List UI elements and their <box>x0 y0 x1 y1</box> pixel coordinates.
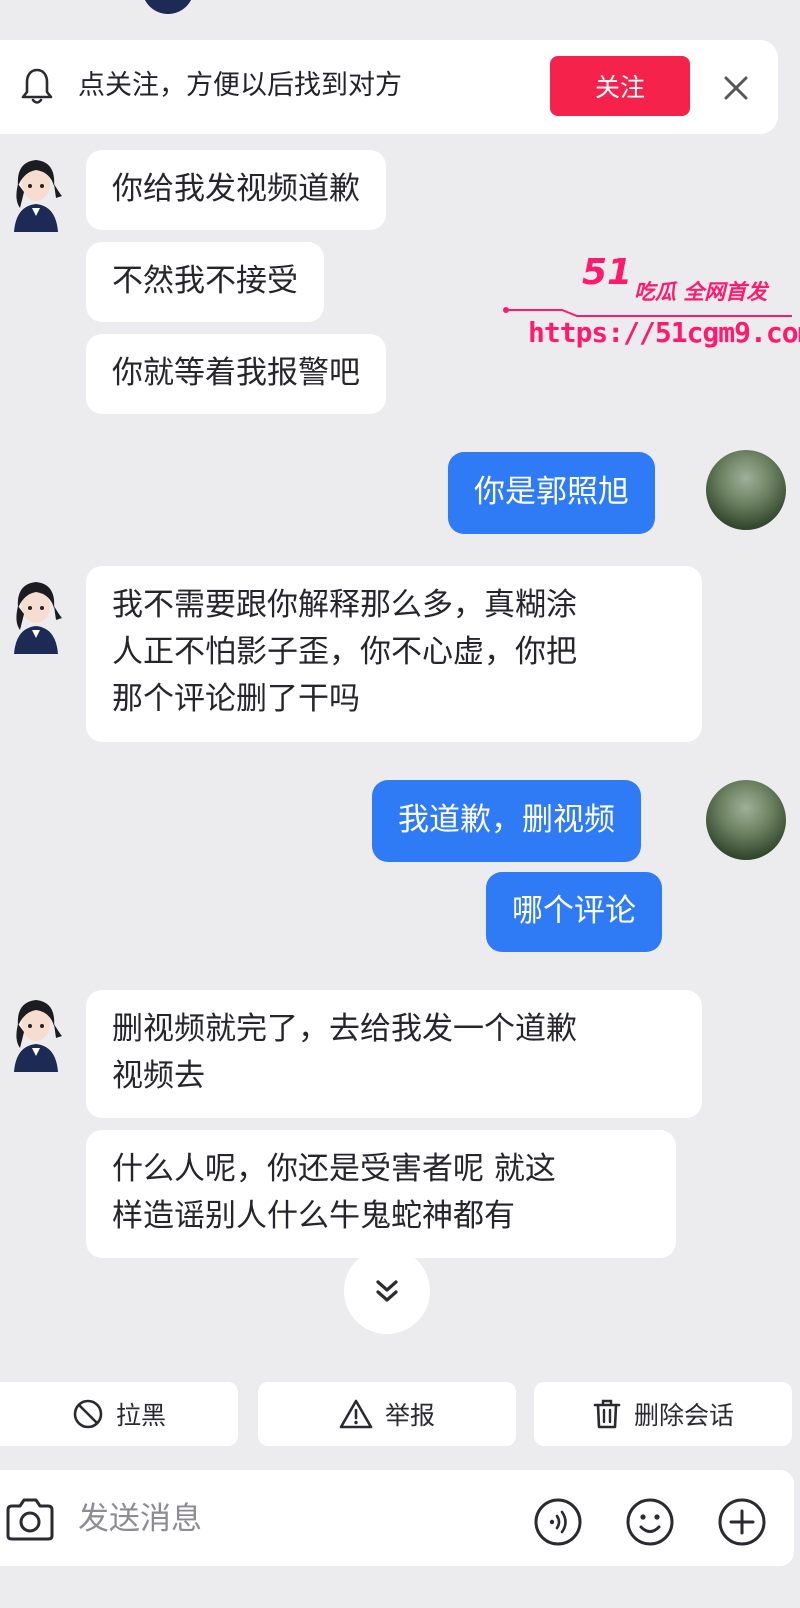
delete-conversation-label: 删除会话 <box>633 1401 734 1430</box>
message-bubble-outgoing[interactable]: 哪个评论 <box>486 872 662 952</box>
message-input[interactable] <box>78 1496 498 1542</box>
contact-avatar[interactable] <box>6 990 66 1072</box>
report-label: 举报 <box>384 1401 435 1430</box>
message-bubble-outgoing[interactable]: 我道歉，删视频 <box>372 780 641 862</box>
message-bubble-incoming[interactable]: 删视频就完了，去给我发一个道歉 视频去 <box>86 990 702 1118</box>
camera-icon[interactable] <box>4 1496 56 1542</box>
watermark-url: https://51cgm9.com <box>528 316 800 349</box>
report-button[interactable]: 举报 <box>258 1382 516 1446</box>
block-icon <box>73 1399 103 1429</box>
contact-avatar[interactable] <box>6 150 66 232</box>
my-avatar[interactable] <box>706 780 786 860</box>
close-icon[interactable] <box>716 68 756 108</box>
bell-icon <box>21 68 53 104</box>
scroll-to-bottom-button[interactable] <box>344 1248 430 1334</box>
watermark-logo-number: 51 <box>582 252 633 293</box>
my-avatar[interactable] <box>706 450 786 530</box>
watermark-slogan: 吃瓜 全网首发 <box>634 280 768 304</box>
message-bubble-incoming[interactable]: 什么人呢，你还是受害者呢 就这 样造谣别人什么牛鬼蛇神都有 <box>86 1130 676 1258</box>
follow-banner-text: 点关注，方便以后找到对方 <box>78 70 402 101</box>
trash-icon <box>593 1399 621 1429</box>
header-avatar-fragment <box>142 0 194 14</box>
message-bubble-incoming[interactable]: 不然我不接受 <box>86 242 324 322</box>
block-label: 拉黑 <box>115 1401 166 1430</box>
message-bubble-incoming[interactable]: 你给我发视频道歉 <box>86 150 386 230</box>
follow-button[interactable]: 关注 <box>550 56 690 116</box>
contact-avatar[interactable] <box>6 572 66 654</box>
emoji-icon[interactable] <box>624 1496 676 1548</box>
delete-conversation-button[interactable]: 删除会话 <box>534 1382 792 1446</box>
block-button[interactable]: 拉黑 <box>0 1382 238 1446</box>
message-bubble-incoming[interactable]: 你就等着我报警吧 <box>86 334 386 414</box>
warning-icon <box>339 1399 373 1429</box>
follow-banner: 点关注，方便以后找到对方 关注 <box>0 40 778 134</box>
message-bubble-outgoing[interactable]: 你是郭照旭 <box>448 452 655 534</box>
message-bubble-incoming[interactable]: 我不需要跟你解释那么多，真糊涂 人正不怕影子歪，你不心虚，你把 那个评论删了干吗 <box>86 566 702 742</box>
message-composer <box>0 1470 794 1566</box>
double-chevron-down-icon <box>376 1280 398 1302</box>
voice-icon[interactable] <box>532 1496 584 1548</box>
plus-icon[interactable] <box>716 1496 768 1548</box>
